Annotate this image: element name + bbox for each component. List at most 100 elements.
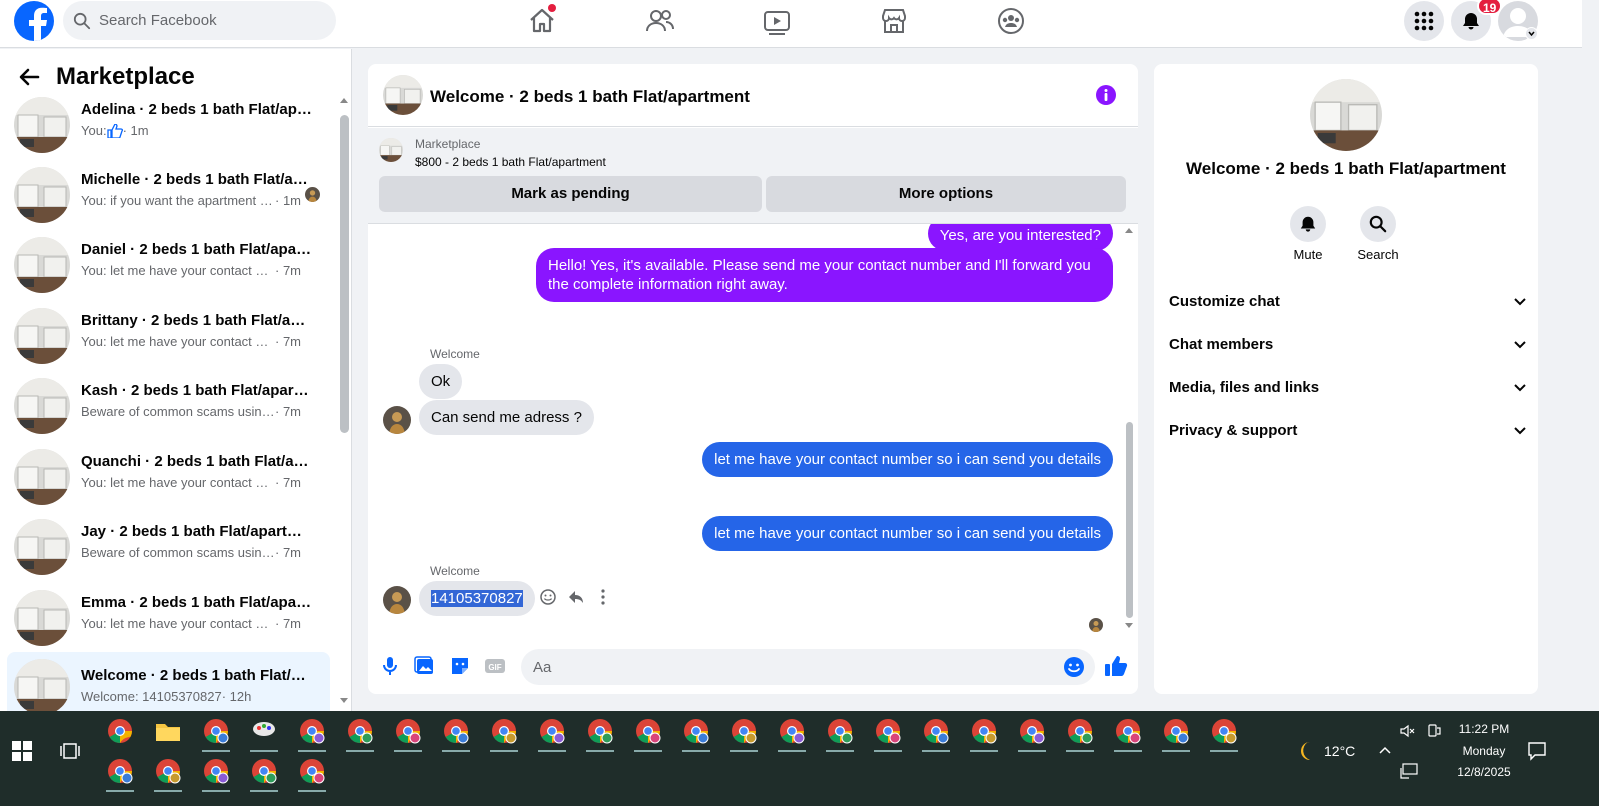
chrome-icon[interactable] xyxy=(440,715,472,747)
back-arrow-icon[interactable] xyxy=(18,66,40,88)
sender-avatar[interactable] xyxy=(383,406,411,434)
clock-day[interactable]: Monday xyxy=(1448,744,1520,758)
network-icon[interactable] xyxy=(1400,763,1418,779)
paint-app-icon[interactable] xyxy=(248,715,280,747)
friends-icon[interactable] xyxy=(645,6,675,36)
chrome-icon[interactable] xyxy=(152,755,184,787)
privacy-support-section[interactable]: Privacy & support xyxy=(1169,410,1527,450)
scroll-up-arrow-icon[interactable] xyxy=(340,98,348,103)
chrome-icon[interactable] xyxy=(680,715,712,747)
outgoing-message[interactable]: let me have your contact number so i can… xyxy=(702,442,1113,477)
outgoing-message[interactable]: Hello! Yes, it's available. Please send … xyxy=(536,248,1113,302)
reply-icon[interactable] xyxy=(567,588,585,606)
task-view-icon[interactable] xyxy=(60,741,80,761)
selected-phone-number[interactable]: 14105370827 xyxy=(431,590,523,607)
incoming-message[interactable]: 14105370827 xyxy=(419,581,535,616)
chrome-icon[interactable] xyxy=(824,715,856,747)
chat-title[interactable]: Welcome · 2 beds 1 bath Flat/apartment xyxy=(430,87,750,107)
mute-action[interactable]: Mute xyxy=(1278,206,1338,262)
conversation-item[interactable]: Adelina · 2 beds 1 bath Flat/apartment Y… xyxy=(7,93,330,157)
scroll-down-arrow-icon[interactable] xyxy=(340,698,348,703)
gif-icon[interactable]: GIF xyxy=(484,655,506,677)
chrome-icon[interactable] xyxy=(920,715,952,747)
chrome-icon[interactable] xyxy=(200,755,232,787)
customize-chat-section[interactable]: Customize chat xyxy=(1169,281,1527,321)
message-input[interactable] xyxy=(533,658,1033,676)
conversation-item[interactable]: Quanchi · 2 beds 1 bath Flat/apartment Y… xyxy=(7,445,330,509)
like-icon[interactable] xyxy=(1104,654,1128,676)
sticker-icon[interactable] xyxy=(449,655,471,677)
outgoing-message[interactable]: let me have your contact number so i can… xyxy=(702,516,1113,551)
media-files-links-section[interactable]: Media, files and links xyxy=(1169,367,1527,407)
chrome-icon[interactable] xyxy=(536,715,568,747)
chrome-icon[interactable] xyxy=(1064,715,1096,747)
device-icon[interactable] xyxy=(1425,723,1441,739)
incoming-message[interactable]: Can send me adress ? xyxy=(419,400,594,435)
conversation-item[interactable]: Jay · 2 beds 1 bath Flat/apartment Bewar… xyxy=(7,515,330,579)
page-scrollbar[interactable] xyxy=(1583,0,1599,711)
mark-as-pending-button[interactable]: Mark as pending xyxy=(379,176,762,212)
search-action[interactable]: Search xyxy=(1348,206,1408,262)
listing-price[interactable]: $800 - 2 beds 1 bath Flat/apartment xyxy=(415,155,606,169)
speaker-muted-icon[interactable] xyxy=(1400,723,1416,739)
chat-scroll-down-icon[interactable] xyxy=(1124,622,1134,630)
chrome-icon[interactable] xyxy=(1016,715,1048,747)
chrome-icon[interactable] xyxy=(248,755,280,787)
chrome-icon[interactable] xyxy=(728,715,760,747)
notification-center-icon[interactable] xyxy=(1527,741,1547,761)
search-box[interactable] xyxy=(63,1,336,40)
chrome-icon[interactable] xyxy=(776,715,808,747)
chrome-icon[interactable] xyxy=(392,715,424,747)
more-options-button[interactable]: More options xyxy=(766,176,1126,212)
file-explorer-icon[interactable] xyxy=(152,715,184,747)
conversation-item[interactable]: Emma · 2 beds 1 bath Flat/apartment You:… xyxy=(7,586,330,650)
incoming-message[interactable]: Ok xyxy=(419,364,463,399)
message-input-box[interactable] xyxy=(521,649,1095,685)
search-input[interactable] xyxy=(99,12,319,29)
chrome-icon[interactable] xyxy=(104,715,136,747)
weather-temperature[interactable]: 12°C xyxy=(1324,743,1355,759)
chrome-icon[interactable] xyxy=(296,715,328,747)
conversation-item[interactable]: Brittany · 2 beds 1 bath Flat/apartment … xyxy=(7,304,330,368)
outgoing-message[interactable]: Yes, are you interested? xyxy=(927,224,1113,251)
chrome-icon[interactable] xyxy=(1160,715,1192,747)
menu-button[interactable] xyxy=(1404,1,1444,41)
marketplace-icon[interactable] xyxy=(879,6,909,36)
chat-thumbnail[interactable] xyxy=(383,75,423,115)
chrome-icon[interactable] xyxy=(104,755,136,787)
watch-icon[interactable] xyxy=(762,6,792,36)
chrome-icon[interactable] xyxy=(1112,715,1144,747)
photo-icon[interactable] xyxy=(414,655,436,677)
chat-scroll-up-icon[interactable] xyxy=(1124,226,1134,234)
conversation-item[interactable]: Kash · 2 beds 1 bath Flat/apartment Bewa… xyxy=(7,374,330,438)
mute-button[interactable] xyxy=(1290,206,1326,242)
windows-start-icon[interactable] xyxy=(12,741,32,761)
chrome-icon[interactable] xyxy=(968,715,1000,747)
chrome-icon[interactable] xyxy=(200,715,232,747)
sender-avatar[interactable] xyxy=(383,586,411,614)
chrome-icon[interactable] xyxy=(1208,715,1240,747)
chrome-icon[interactable] xyxy=(632,715,664,747)
sidebar-scrollbar[interactable] xyxy=(340,115,349,433)
chat-scrollbar[interactable] xyxy=(1126,422,1133,618)
react-icon[interactable] xyxy=(539,588,557,606)
groups-icon[interactable] xyxy=(996,6,1026,36)
account-caret-icon[interactable] xyxy=(1525,27,1538,40)
chevron-up-icon[interactable] xyxy=(1378,743,1392,757)
search-in-chat-button[interactable] xyxy=(1360,206,1396,242)
facebook-logo-icon[interactable] xyxy=(14,1,54,41)
chrome-icon[interactable] xyxy=(872,715,904,747)
chat-members-section[interactable]: Chat members xyxy=(1169,324,1527,364)
clock-date[interactable]: 12/8/2025 xyxy=(1448,765,1520,779)
chrome-icon[interactable] xyxy=(344,715,376,747)
conversation-item[interactable]: Michelle · 2 beds 1 bath Flat/apartment … xyxy=(7,163,330,227)
info-icon[interactable] xyxy=(1095,84,1117,106)
more-icon[interactable] xyxy=(594,588,612,606)
emoji-icon[interactable] xyxy=(1063,656,1085,678)
chrome-icon[interactable] xyxy=(296,755,328,787)
chrome-icon[interactable] xyxy=(584,715,616,747)
chrome-icon[interactable] xyxy=(488,715,520,747)
conversation-item[interactable]: Daniel · 2 beds 1 bath Flat/apartment Yo… xyxy=(7,233,330,297)
microphone-icon[interactable] xyxy=(379,655,401,677)
conversation-item-active[interactable]: Welcome · 2 beds 1 bath Flat/apartment W… xyxy=(7,652,330,711)
